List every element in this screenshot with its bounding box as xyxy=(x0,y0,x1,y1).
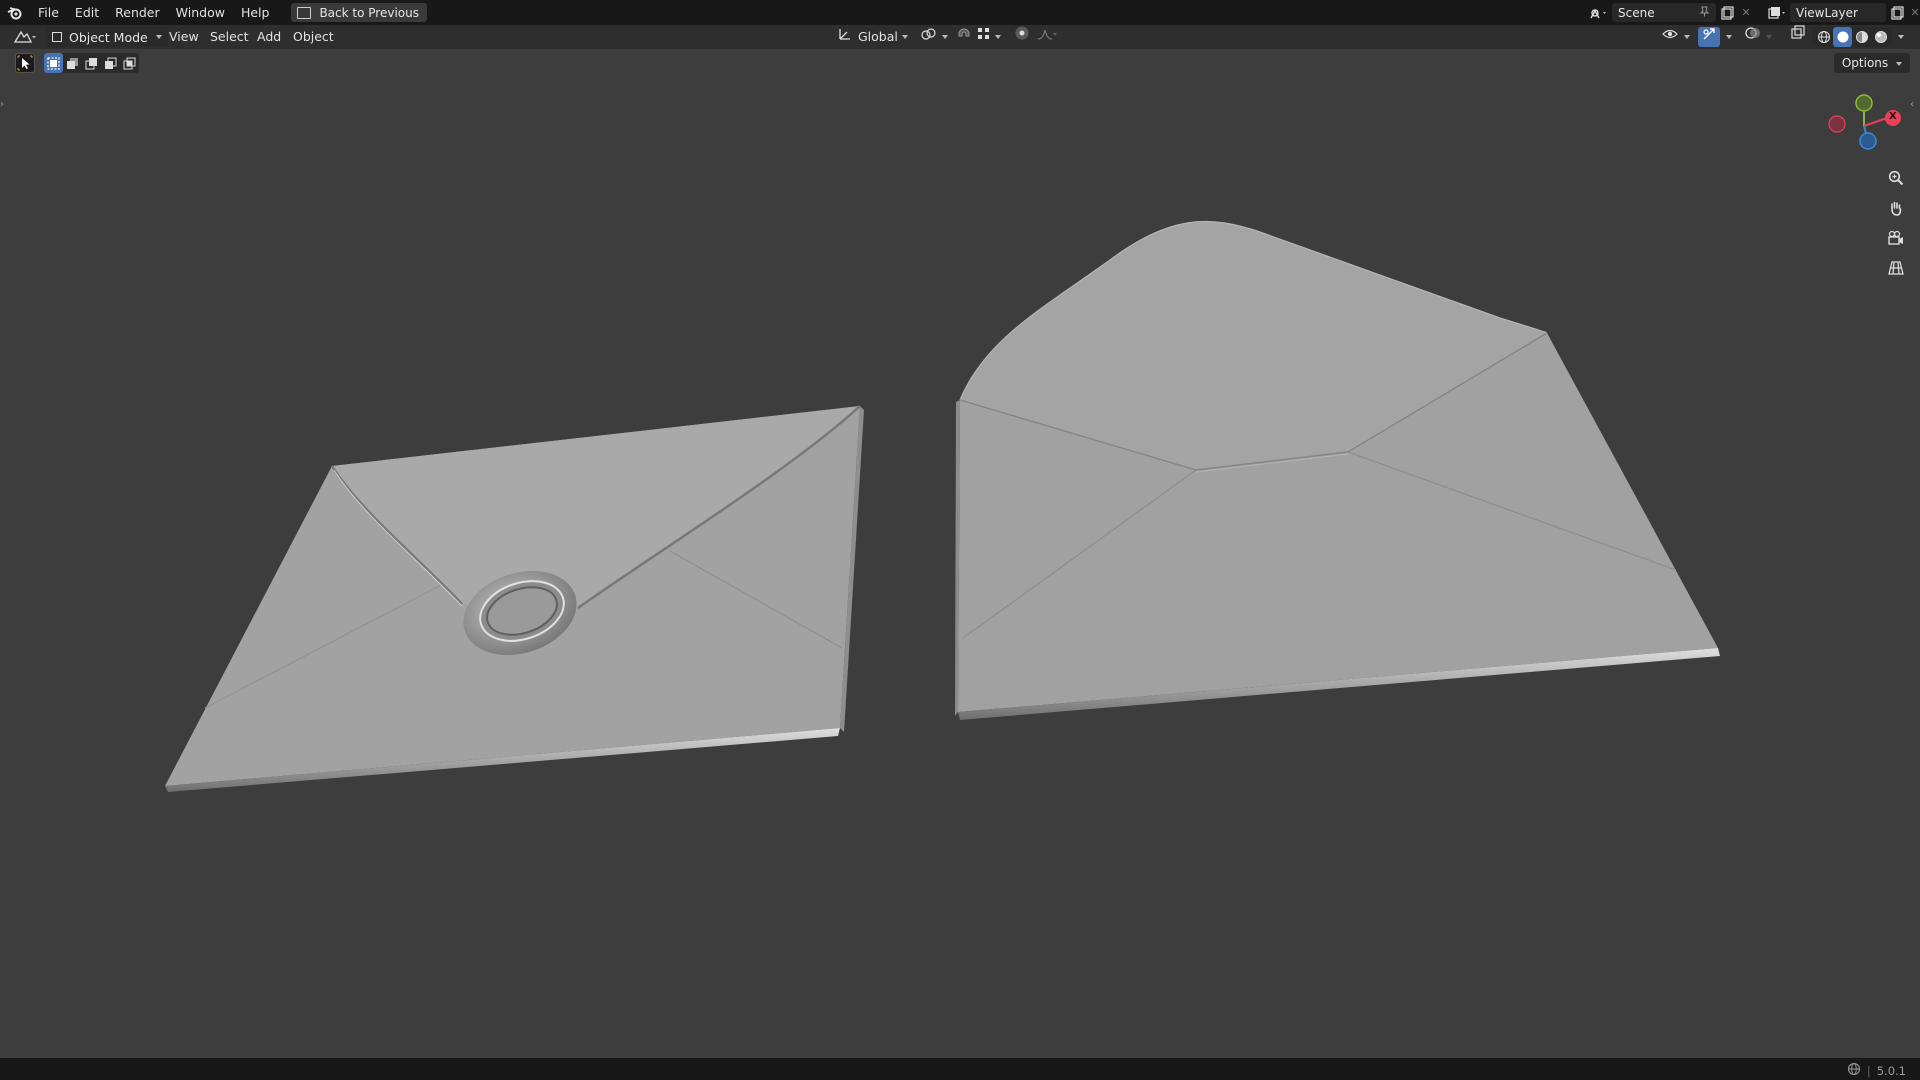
rendered-shading-icon[interactable] xyxy=(1871,30,1890,44)
magnet-icon xyxy=(956,25,972,49)
chevron-down-icon xyxy=(155,35,162,39)
shading-mode-group xyxy=(1812,27,1892,47)
chevron-down-icon xyxy=(1898,35,1904,39)
menu-add[interactable]: Add xyxy=(257,25,281,49)
falloff-curve-icon xyxy=(1036,25,1058,49)
visibility-dropdown[interactable] xyxy=(1662,25,1690,49)
menu-view[interactable]: View xyxy=(169,25,199,49)
delete-view-layer-icon[interactable]: ✕ xyxy=(1908,6,1920,19)
pin-icon[interactable] xyxy=(1699,6,1710,20)
menu-window[interactable]: Window xyxy=(168,0,233,25)
version-display: | 5.0.1 xyxy=(1847,1062,1906,1079)
proportional-editing-toggle[interactable] xyxy=(1014,25,1030,49)
view-layer-selector[interactable]: ViewLayer ✕ xyxy=(1764,3,1920,22)
scene-name-field[interactable]: Scene xyxy=(1612,3,1716,22)
back-to-previous-label: Back to Previous xyxy=(319,5,419,20)
object-mode-dropdown[interactable]: Object Mode xyxy=(46,27,168,47)
pivot-point-dropdown[interactable] xyxy=(920,25,948,49)
menu-select[interactable]: Select xyxy=(210,25,249,49)
3d-viewport[interactable]: › ‹ X xyxy=(0,49,1920,1058)
back-icon xyxy=(297,6,312,19)
menu-file[interactable]: File xyxy=(30,0,67,25)
globe-icon xyxy=(1847,1062,1861,1079)
shading-options-dropdown[interactable] xyxy=(1894,25,1904,49)
chevron-down-icon xyxy=(901,35,908,39)
transform-orientation-dropdown[interactable]: Global xyxy=(838,25,908,49)
sealed-envelope-model[interactable] xyxy=(165,405,864,792)
version-number: 5.0.1 xyxy=(1876,1063,1906,1078)
view-layer-name: ViewLayer xyxy=(1796,5,1858,20)
xray-icon xyxy=(1790,25,1806,49)
back-to-previous-button[interactable]: Back to Previous xyxy=(291,3,427,22)
xray-toggle[interactable] xyxy=(1790,25,1806,49)
eye-icon xyxy=(1662,25,1680,49)
open-envelope-model[interactable] xyxy=(955,220,1720,720)
snap-target-dropdown[interactable] xyxy=(977,25,1001,49)
gizmo-icon xyxy=(1702,25,1716,49)
separator: | xyxy=(1866,1063,1871,1078)
sidebar-expand-arrow-icon[interactable]: ‹ xyxy=(1910,99,1918,113)
chevron-down-icon xyxy=(1684,35,1690,39)
material-shading-icon[interactable] xyxy=(1852,30,1871,44)
chevron-down-icon xyxy=(1766,35,1772,39)
toolbar-expand-arrow-icon[interactable]: › xyxy=(0,99,8,113)
wireframe-shading-icon[interactable] xyxy=(1814,30,1833,44)
y-axis-icon xyxy=(1855,94,1873,112)
new-view-layer-icon[interactable] xyxy=(1886,5,1908,20)
viewport-header: Object Mode View Select Add Object Globa… xyxy=(0,25,1920,49)
object-mode-label: Object Mode xyxy=(69,29,148,45)
z-axis-icon xyxy=(1859,132,1877,150)
editor-type-button[interactable] xyxy=(12,25,38,49)
menu-help[interactable]: Help xyxy=(233,0,278,25)
object-mode-icon xyxy=(52,32,62,42)
zoom-icon[interactable] xyxy=(1883,165,1909,191)
perspective-grid-icon[interactable] xyxy=(1883,255,1909,281)
x-axis-label: X xyxy=(1889,111,1897,122)
menu-object[interactable]: Object xyxy=(293,25,334,49)
menu-edit[interactable]: Edit xyxy=(67,0,107,25)
overlays-icon xyxy=(1744,25,1762,49)
orientation-label: Global xyxy=(858,29,898,44)
gizmo-toggle[interactable] xyxy=(1698,27,1720,47)
scene-name: Scene xyxy=(1618,5,1655,20)
pivot-icon xyxy=(920,25,938,49)
scene-selector[interactable]: Scene ✕ xyxy=(1586,3,1754,22)
camera-view-icon[interactable] xyxy=(1883,225,1909,251)
overlays-toggle[interactable] xyxy=(1744,25,1772,49)
chevron-down-icon xyxy=(1726,35,1732,39)
pan-hand-icon[interactable] xyxy=(1883,195,1909,221)
proportional-editing-icon xyxy=(1014,25,1030,49)
new-scene-icon[interactable] xyxy=(1716,5,1738,20)
orientation-icon xyxy=(838,25,852,49)
blender-logo-icon[interactable] xyxy=(0,0,30,25)
scene-icon[interactable] xyxy=(1586,6,1612,20)
gizmo-dropdown[interactable] xyxy=(1722,25,1732,49)
navigation-gizmo[interactable]: X xyxy=(1820,89,1910,159)
snap-grid-icon xyxy=(977,25,991,49)
chevron-down-icon xyxy=(942,35,948,39)
top-bar: File Edit Render Window Help Back to Pre… xyxy=(0,0,1920,25)
delete-scene-icon[interactable]: ✕ xyxy=(1738,6,1754,19)
snap-toggle[interactable] xyxy=(956,25,972,49)
view-layer-icon[interactable] xyxy=(1764,6,1790,20)
chevron-down-icon xyxy=(995,35,1001,39)
menu-render[interactable]: Render xyxy=(107,0,168,25)
view-layer-name-field[interactable]: ViewLayer xyxy=(1790,3,1886,22)
negative-x-axis-icon xyxy=(1828,115,1846,133)
solid-shading-icon[interactable] xyxy=(1833,27,1852,47)
status-bar: | 5.0.1 xyxy=(0,1058,1920,1080)
falloff-dropdown[interactable] xyxy=(1036,25,1058,49)
